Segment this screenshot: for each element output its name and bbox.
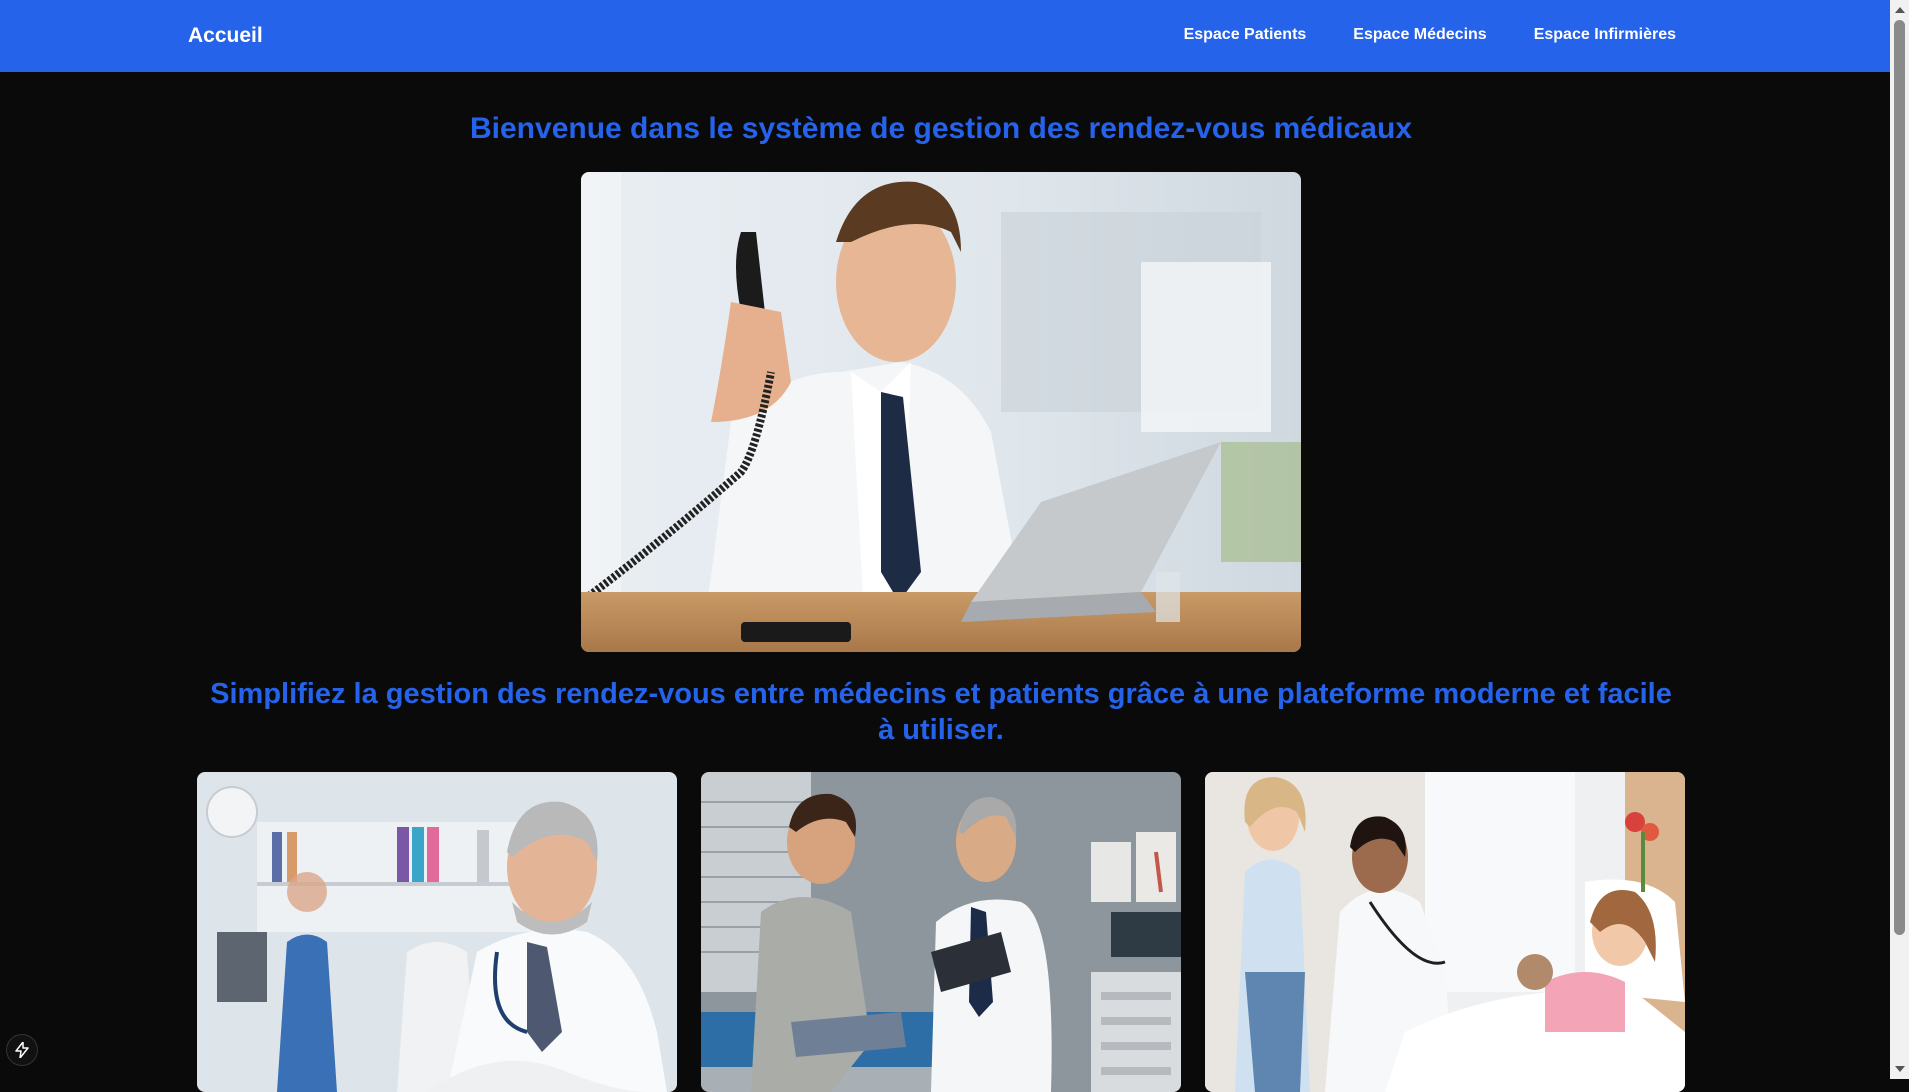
nav-link-patients[interactable]: Espace Patients [1184, 26, 1307, 44]
page-title: Bienvenue dans le système de gestion des… [470, 112, 1412, 145]
vertical-scrollbar[interactable] [1890, 0, 1909, 1079]
scrollbar-thumb[interactable] [1894, 20, 1905, 935]
card-image-nurse [1205, 772, 1685, 1092]
scroll-up-arrow-icon[interactable] [1895, 7, 1905, 13]
card-image-consultation [701, 772, 1181, 1092]
page-subtitle: Simplifiez la gestion des rendez-vous en… [210, 678, 1672, 746]
nav-link-infirmieres[interactable]: Espace Infirmières [1534, 26, 1676, 44]
card-image-doctor [197, 772, 677, 1092]
devtools-badge[interactable] [6, 1034, 38, 1066]
nav-link-medecins[interactable]: Espace Médecins [1353, 26, 1486, 44]
scroll-down-arrow-icon[interactable] [1895, 1066, 1905, 1072]
nav-links: Espace Patients Espace Médecins Espace I… [1184, 26, 1676, 44]
top-navbar: Accueil Espace Patients Espace Médecins … [0, 0, 1890, 72]
hero-image [581, 172, 1301, 652]
nav-home-link[interactable]: Accueil [188, 24, 263, 48]
lightning-icon [15, 1042, 29, 1058]
